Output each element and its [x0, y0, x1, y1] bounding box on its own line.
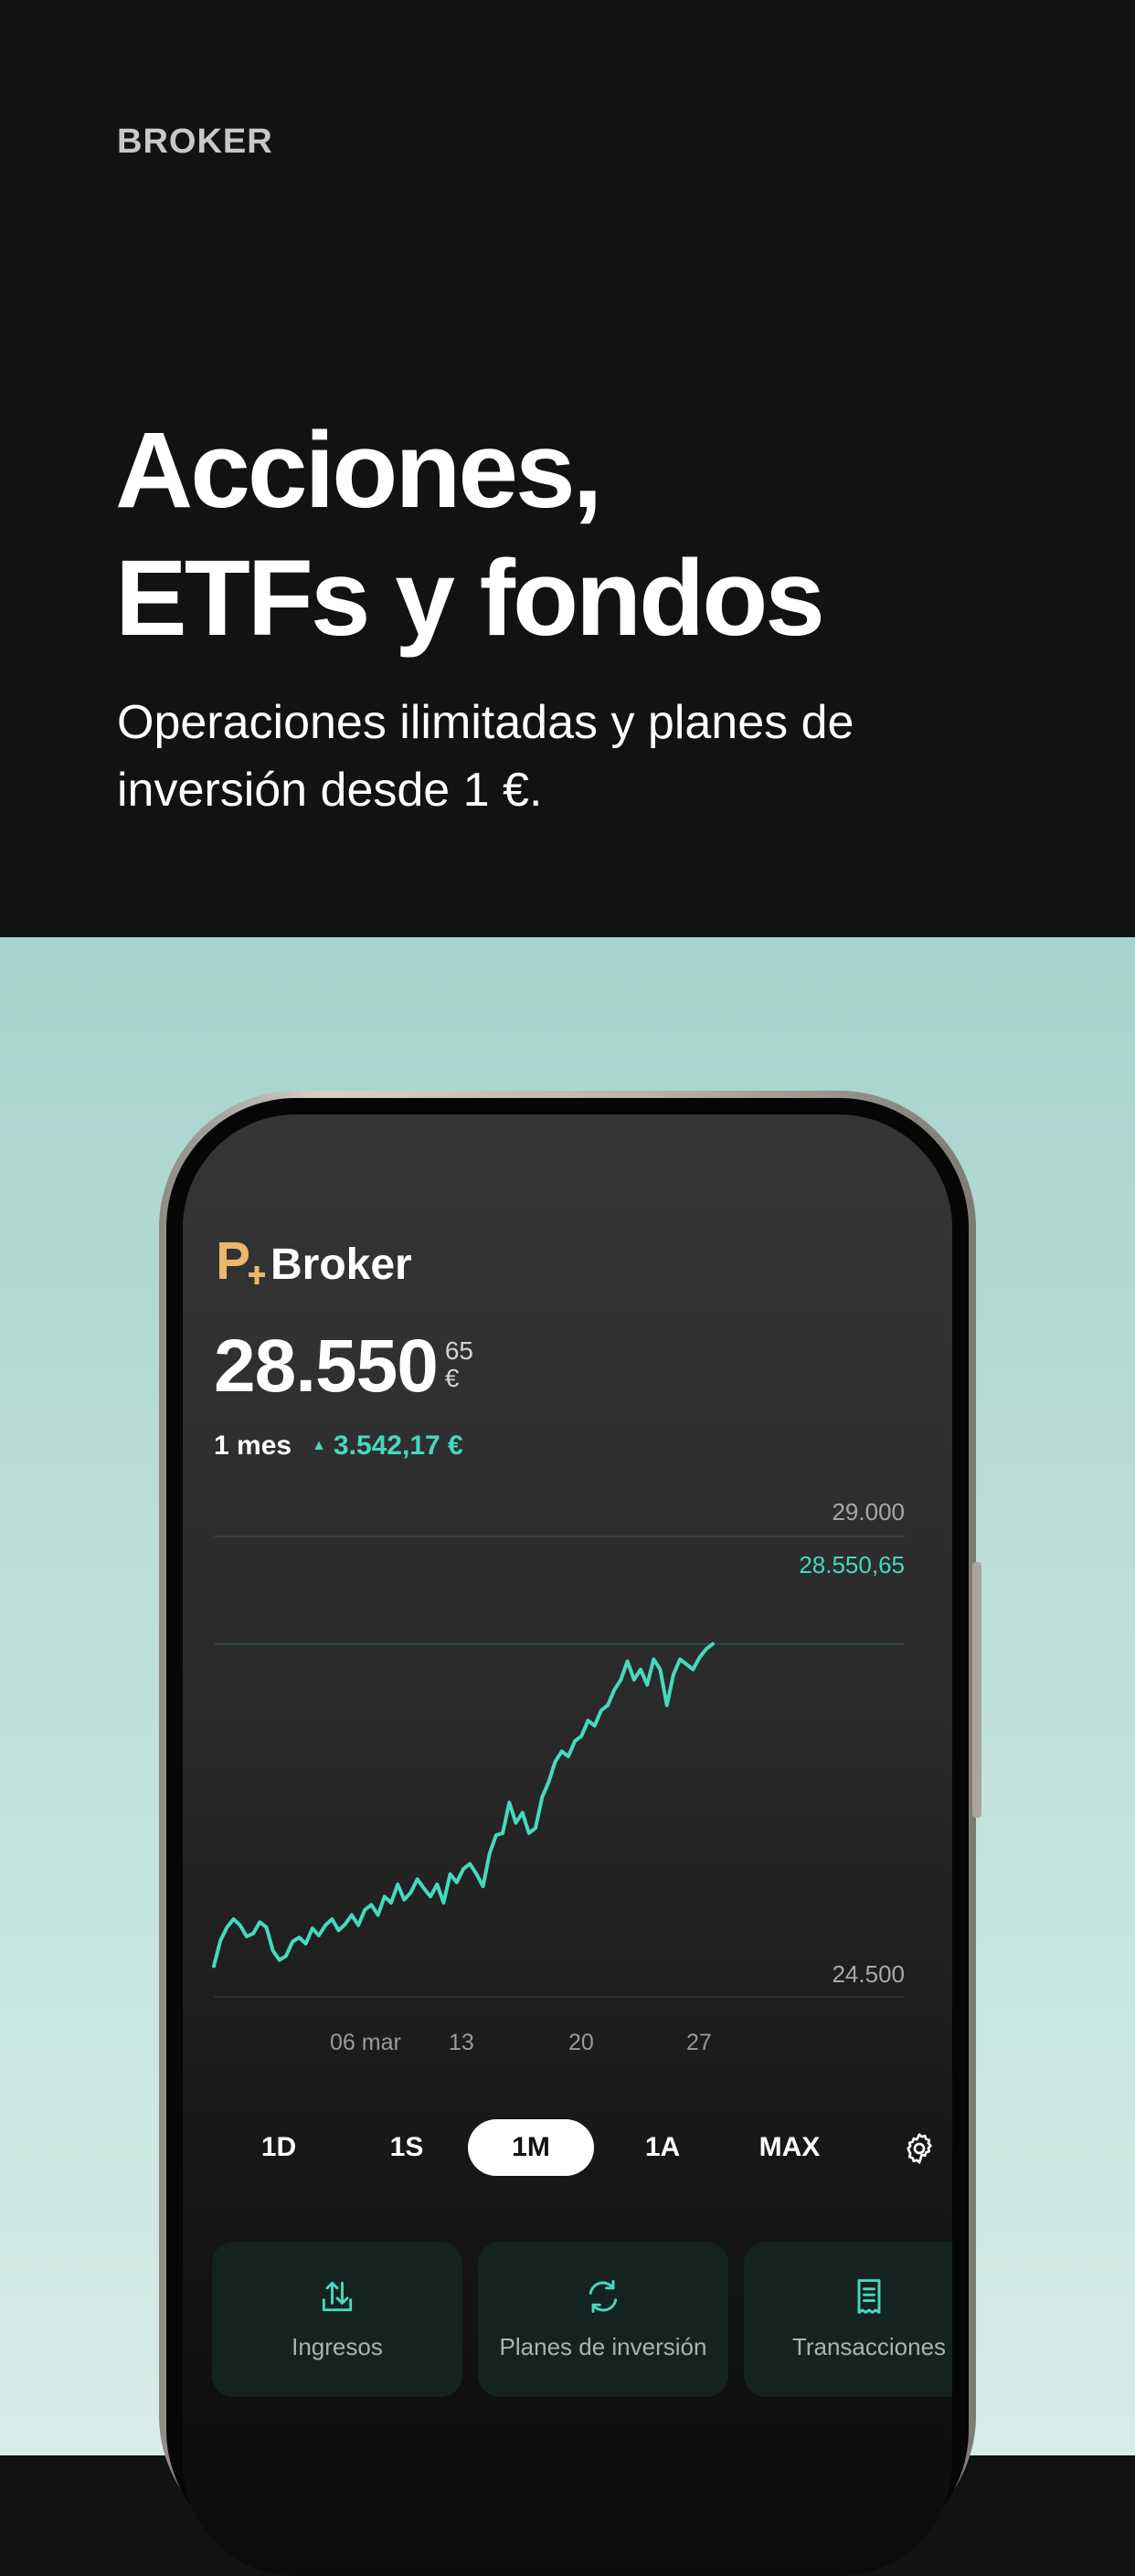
transactions-button[interactable]: Transacciones — [744, 2242, 952, 2397]
x-tick-label: 13 — [449, 2030, 474, 2055]
series-line-0 — [212, 1642, 715, 1969]
y-axis-bottom-label: 24.500 — [832, 1960, 905, 1988]
range-1m-button[interactable]: 1M — [468, 2119, 594, 2176]
receipt-icon — [857, 2279, 881, 2314]
x-tick-label: 27 — [686, 2030, 712, 2055]
subheadline-line-2: inversión desde 1 €. — [117, 764, 543, 817]
y-axis-top-label: 29.000 — [832, 1498, 905, 1526]
refresh-icon — [589, 2280, 618, 2313]
subheadline-line-1: Operaciones ilimitadas y planes de — [117, 696, 854, 749]
phone-screen: Broker 28.550 65 € 1 mes ▲ 3.542,17 € 29… — [183, 1114, 952, 2576]
action-label: Ingresos — [292, 2333, 383, 2360]
x-tick-label: 20 — [568, 2030, 594, 2055]
gear-icon[interactable] — [901, 2130, 938, 2167]
action-label: Planes de inversión — [499, 2333, 707, 2360]
range-1s-button[interactable]: 1S — [344, 2119, 470, 2176]
action-label: Transacciones — [791, 2333, 947, 2360]
deposit-icon — [322, 2281, 353, 2312]
range-max-button[interactable]: MAX — [727, 2119, 853, 2176]
hero-section: BROKER Acciones, ETFs y fondos Operacion… — [0, 0, 1135, 937]
x-tick-label: 06 mar — [330, 2030, 401, 2055]
headline-line-1: Acciones, — [115, 410, 602, 531]
headline: Acciones, ETFs y fondos — [115, 406, 825, 662]
investment-plans-button[interactable]: Planes de inversión — [478, 2242, 728, 2397]
range-1a-button[interactable]: 1A — [599, 2119, 726, 2176]
phone-side-button — [972, 1562, 981, 1818]
price-chart-svg — [212, 1536, 905, 1998]
range-1d-button[interactable]: 1D — [216, 2119, 342, 2176]
headline-line-2: ETFs y fondos — [115, 538, 825, 659]
time-range-selector: 1D 1S 1M 1A MAX — [214, 2119, 945, 2178]
deposit-button[interactable]: Ingresos — [212, 2242, 462, 2397]
quick-actions: Ingresos Planes de inversión Transaccion… — [212, 2242, 952, 2397]
last-value-label: 28.550,65 — [799, 1551, 905, 1578]
section-eyebrow: BROKER — [117, 122, 273, 161]
subheadline: Operaciones ilimitadas y planes de inver… — [117, 689, 1013, 824]
